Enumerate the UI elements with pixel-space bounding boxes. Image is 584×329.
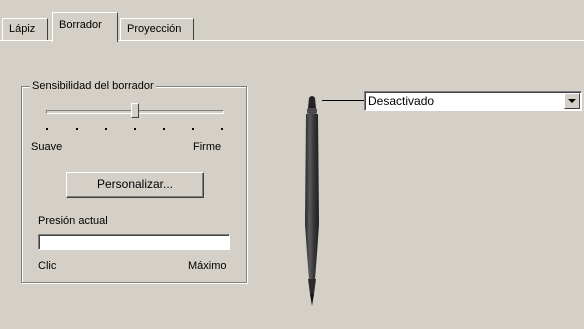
tab-borrador[interactable]: Borrador [52, 12, 118, 42]
slider-min-label: Suave [31, 141, 63, 153]
pen-illustration [305, 96, 319, 306]
sensitivity-slider-thumb[interactable] [131, 103, 139, 118]
customize-button[interactable]: Personalizar... [66, 172, 204, 198]
eraser-tip-icon [308, 96, 316, 108]
slider-tick [192, 128, 194, 130]
group-title: Sensibilidad del borrador [30, 80, 156, 93]
dropdown-arrow-icon[interactable] [564, 93, 580, 109]
slider-tick [134, 128, 136, 130]
tab-strip: Lápiz Borrador Proyección [0, 0, 584, 42]
tab-proyeccion[interactable]: Proyección [120, 18, 194, 40]
slider-tick [221, 128, 223, 130]
pressure-min-label: Clic [38, 260, 57, 272]
tab-label: Lápiz [9, 23, 36, 35]
dropdown-value: Desactivado [368, 94, 435, 108]
pressure-max-label: Máximo [188, 260, 227, 272]
callout-leader-line [322, 100, 364, 101]
tab-lapiz[interactable]: Lápiz [2, 18, 48, 40]
pressure-meter [38, 234, 230, 250]
slider-tick [105, 128, 107, 130]
eraser-function-dropdown[interactable]: Desactivado [364, 91, 582, 111]
current-pressure-label: Presión actual [38, 215, 108, 227]
side-switch-icon [308, 212, 311, 242]
slider-tick [163, 128, 165, 130]
slider-tick [46, 128, 48, 130]
slider-max-label: Firme [193, 141, 222, 153]
tab-label: Borrador [59, 19, 102, 31]
tab-label: Proyección [127, 23, 182, 35]
slider-tick [76, 128, 78, 130]
